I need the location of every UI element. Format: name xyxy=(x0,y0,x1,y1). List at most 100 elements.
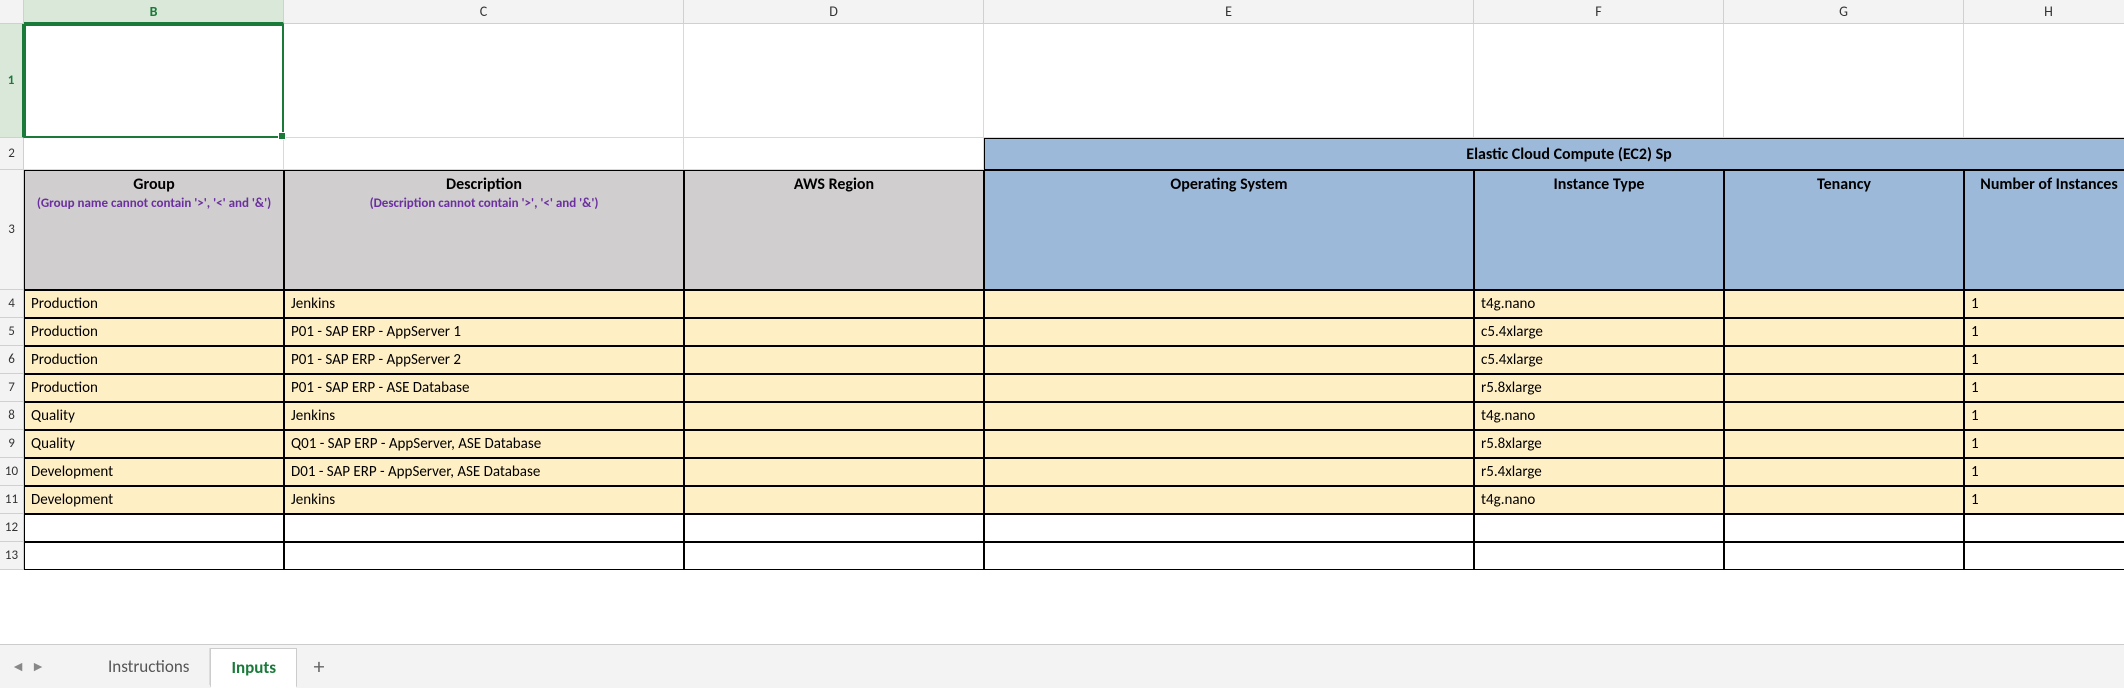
cell-D10[interactable] xyxy=(684,458,984,486)
cell-E1[interactable] xyxy=(984,24,1474,138)
cell-H1[interactable] xyxy=(1964,24,2124,138)
cell-F10[interactable]: r5.4xlarge xyxy=(1474,458,1724,486)
cell-B13[interactable] xyxy=(24,542,284,570)
cell-G5[interactable] xyxy=(1724,318,1964,346)
cell-E7[interactable] xyxy=(984,374,1474,402)
col-header-C[interactable]: C xyxy=(284,0,684,24)
cell-E10[interactable] xyxy=(984,458,1474,486)
cell-D5[interactable] xyxy=(684,318,984,346)
cell-H7[interactable]: 1 xyxy=(1964,374,2124,402)
cell-B6[interactable]: Production xyxy=(24,346,284,374)
cell-B1[interactable] xyxy=(24,24,284,138)
col-header-D[interactable]: D xyxy=(684,0,984,24)
cell-D6[interactable] xyxy=(684,346,984,374)
cell-F8[interactable]: t4g.nano xyxy=(1474,402,1724,430)
cell-F6[interactable]: c5.4xlarge xyxy=(1474,346,1724,374)
tab-nav-next[interactable]: ► xyxy=(28,657,48,677)
hdr-tenancy[interactable]: Tenancy xyxy=(1724,170,1964,290)
cell-D2[interactable] xyxy=(684,138,984,170)
col-header-F[interactable]: F xyxy=(1474,0,1724,24)
cell-B10[interactable]: Development xyxy=(24,458,284,486)
cell-H5[interactable]: 1 xyxy=(1964,318,2124,346)
cell-D8[interactable] xyxy=(684,402,984,430)
cell-G4[interactable] xyxy=(1724,290,1964,318)
cell-H4[interactable]: 1 xyxy=(1964,290,2124,318)
cell-C2[interactable] xyxy=(284,138,684,170)
cell-E12[interactable] xyxy=(984,514,1474,542)
col-header-E[interactable]: E xyxy=(984,0,1474,24)
cell-H13[interactable] xyxy=(1964,542,2124,570)
tab-nav-prev[interactable]: ◄ xyxy=(8,657,28,677)
row-header-11[interactable]: 11 xyxy=(0,486,24,514)
cell-F5[interactable]: c5.4xlarge xyxy=(1474,318,1724,346)
cell-B4[interactable]: Production xyxy=(24,290,284,318)
cell-B8[interactable]: Quality xyxy=(24,402,284,430)
cell-E4[interactable] xyxy=(984,290,1474,318)
col-header-G[interactable]: G xyxy=(1724,0,1964,24)
row-header-13[interactable]: 13 xyxy=(0,542,24,570)
cell-H6[interactable]: 1 xyxy=(1964,346,2124,374)
hdr-description[interactable]: Description (Description cannot contain … xyxy=(284,170,684,290)
cell-C5[interactable]: P01 - SAP ERP - AppServer 1 xyxy=(284,318,684,346)
cell-E9[interactable] xyxy=(984,430,1474,458)
hdr-group[interactable]: Group (Group name cannot contain '>', '<… xyxy=(24,170,284,290)
merged-ec2-header[interactable]: Elastic Cloud Compute (EC2) Sp xyxy=(984,138,2124,170)
cell-C4[interactable]: Jenkins xyxy=(284,290,684,318)
cell-C12[interactable] xyxy=(284,514,684,542)
cell-D13[interactable] xyxy=(684,542,984,570)
tab-instructions[interactable]: Instructions xyxy=(88,648,210,685)
cell-B11[interactable]: Development xyxy=(24,486,284,514)
row-header-12[interactable]: 12 xyxy=(0,514,24,542)
col-header-H[interactable]: H xyxy=(1964,0,2124,24)
cell-F9[interactable]: r5.8xlarge xyxy=(1474,430,1724,458)
tab-inputs[interactable]: Inputs xyxy=(210,648,297,688)
cell-C13[interactable] xyxy=(284,542,684,570)
cell-H8[interactable]: 1 xyxy=(1964,402,2124,430)
row-header-5[interactable]: 5 xyxy=(0,318,24,346)
cell-B9[interactable]: Quality xyxy=(24,430,284,458)
cell-B5[interactable]: Production xyxy=(24,318,284,346)
hdr-instance-type[interactable]: Instance Type xyxy=(1474,170,1724,290)
hdr-num-instances[interactable]: Number of Instances xyxy=(1964,170,2124,290)
row-header-9[interactable]: 9 xyxy=(0,430,24,458)
cell-B7[interactable]: Production xyxy=(24,374,284,402)
cell-D4[interactable] xyxy=(684,290,984,318)
cell-D7[interactable] xyxy=(684,374,984,402)
cell-F11[interactable]: t4g.nano xyxy=(1474,486,1724,514)
cell-C7[interactable]: P01 - SAP ERP - ASE Database xyxy=(284,374,684,402)
cell-D1[interactable] xyxy=(684,24,984,138)
add-sheet-button[interactable]: + xyxy=(301,649,337,685)
cell-D12[interactable] xyxy=(684,514,984,542)
cell-G8[interactable] xyxy=(1724,402,1964,430)
row-header-8[interactable]: 8 xyxy=(0,402,24,430)
cell-G13[interactable] xyxy=(1724,542,1964,570)
hdr-os[interactable]: Operating System xyxy=(984,170,1474,290)
row-header-10[interactable]: 10 xyxy=(0,458,24,486)
cell-C11[interactable]: Jenkins xyxy=(284,486,684,514)
cell-G10[interactable] xyxy=(1724,458,1964,486)
col-header-B[interactable]: B xyxy=(24,0,284,24)
cell-G6[interactable] xyxy=(1724,346,1964,374)
cell-B2[interactable] xyxy=(24,138,284,170)
select-all-corner[interactable] xyxy=(0,0,24,24)
cell-C1[interactable] xyxy=(284,24,684,138)
cell-G12[interactable] xyxy=(1724,514,1964,542)
row-header-3[interactable]: 3 xyxy=(0,170,24,290)
row-header-7[interactable]: 7 xyxy=(0,374,24,402)
cell-F12[interactable] xyxy=(1474,514,1724,542)
cell-G1[interactable] xyxy=(1724,24,1964,138)
cell-G9[interactable] xyxy=(1724,430,1964,458)
cell-H9[interactable]: 1 xyxy=(1964,430,2124,458)
cell-E13[interactable] xyxy=(984,542,1474,570)
cell-D11[interactable] xyxy=(684,486,984,514)
row-header-6[interactable]: 6 xyxy=(0,346,24,374)
cell-C6[interactable]: P01 - SAP ERP - AppServer 2 xyxy=(284,346,684,374)
cell-C10[interactable]: D01 - SAP ERP - AppServer, ASE Database xyxy=(284,458,684,486)
cell-C9[interactable]: Q01 - SAP ERP - AppServer, ASE Database xyxy=(284,430,684,458)
cell-H11[interactable]: 1 xyxy=(1964,486,2124,514)
cell-F13[interactable] xyxy=(1474,542,1724,570)
cell-G7[interactable] xyxy=(1724,374,1964,402)
row-header-4[interactable]: 4 xyxy=(0,290,24,318)
row-header-1[interactable]: 1 xyxy=(0,24,24,138)
cell-E11[interactable] xyxy=(984,486,1474,514)
